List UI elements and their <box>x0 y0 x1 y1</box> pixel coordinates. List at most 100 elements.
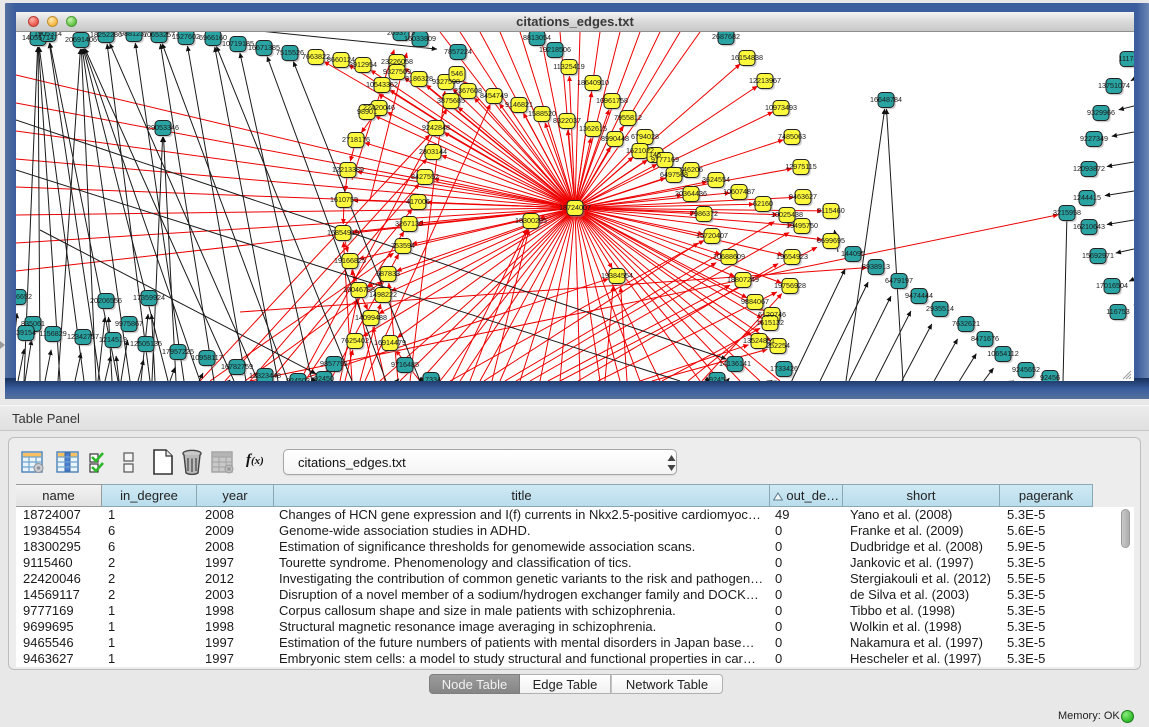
svg-text:2935514: 2935514 <box>926 304 954 313</box>
svg-text:9327508: 9327508 <box>432 77 460 86</box>
svg-text:8454749: 8454749 <box>480 91 508 100</box>
svg-text:417006: 417006 <box>406 197 430 206</box>
svg-text:9884067: 9884067 <box>741 297 769 306</box>
svg-text:11174: 11174 <box>1119 54 1134 63</box>
svg-text:8990448: 8990448 <box>601 134 629 143</box>
svg-text:9474444: 9474444 <box>905 291 933 300</box>
svg-text:19384554: 19384554 <box>601 271 633 280</box>
svg-text:10653257: 10653257 <box>143 32 175 39</box>
svg-text:7632621: 7632621 <box>952 319 980 328</box>
svg-text:12342757: 12342757 <box>67 332 99 341</box>
svg-text:8813054: 8813054 <box>523 33 551 42</box>
svg-text:1214519: 1214519 <box>99 335 127 344</box>
svg-text:3624554: 3624554 <box>702 175 730 184</box>
svg-text:9716485: 9716485 <box>391 360 419 369</box>
svg-text:9146821: 9146821 <box>505 100 533 109</box>
svg-text:15720407: 15720407 <box>696 231 728 240</box>
svg-text:18807249: 18807249 <box>727 275 759 284</box>
svg-text:16210643: 16210643 <box>1073 222 1105 231</box>
svg-text:19654923: 19654923 <box>776 252 808 261</box>
svg-text:1610755: 1610755 <box>330 195 358 204</box>
svg-text:1527602: 1527602 <box>172 32 200 41</box>
svg-text:19218506: 19218506 <box>539 45 571 54</box>
svg-text:835061: 835061 <box>21 319 45 328</box>
svg-text:7955812: 7955812 <box>614 113 642 122</box>
svg-text:17359924: 17359924 <box>133 293 165 302</box>
svg-text:546: 546 <box>451 69 463 78</box>
svg-text:1588520: 1588520 <box>528 109 556 118</box>
svg-text:9245: 9245 <box>709 375 725 381</box>
svg-text:16961758: 16961758 <box>596 96 628 105</box>
svg-text:7663822: 7663822 <box>302 52 330 61</box>
svg-text:17016504: 17016504 <box>1096 281 1128 290</box>
svg-text:7515526: 7515526 <box>276 48 304 57</box>
svg-text:14099488: 14099488 <box>355 313 387 322</box>
svg-text:8322037: 8322037 <box>553 116 581 125</box>
svg-text:18252286: 18252286 <box>90 32 122 39</box>
svg-text:9777169: 9777169 <box>651 155 679 164</box>
svg-text:1498222: 1498222 <box>369 290 397 299</box>
svg-text:9242848: 9242848 <box>422 123 450 132</box>
svg-text:1615132: 1615132 <box>756 318 784 327</box>
svg-text:1905314: 1905314 <box>34 32 62 38</box>
svg-text:8427552: 8427552 <box>411 172 439 181</box>
svg-text:9329966: 9329966 <box>1087 108 1115 117</box>
svg-text:753594: 753594 <box>391 241 415 250</box>
svg-text:2626652: 2626652 <box>16 292 32 301</box>
svg-text:23226058: 23226058 <box>381 57 413 66</box>
svg-text:62160: 62160 <box>753 199 773 208</box>
svg-text:20206556: 20206556 <box>90 296 122 305</box>
svg-text:8938913: 8938913 <box>862 262 890 271</box>
svg-text:9975867: 9975867 <box>115 319 143 328</box>
svg-text:8471676: 8471676 <box>971 334 999 343</box>
svg-text:12323448: 12323448 <box>249 371 281 380</box>
svg-text:3875685: 3875685 <box>437 96 465 105</box>
svg-text:2803144: 2803144 <box>419 147 447 156</box>
svg-text:2367608: 2367608 <box>454 86 482 95</box>
svg-text:98901: 98901 <box>357 107 377 116</box>
svg-text:10654112: 10654112 <box>987 349 1018 358</box>
svg-text:19495750: 19495750 <box>786 221 818 230</box>
svg-text:9245652: 9245652 <box>1012 365 1040 374</box>
svg-text:16782759: 16782759 <box>221 362 253 371</box>
svg-text:9857791: 9857791 <box>320 359 348 368</box>
svg-text:3215958: 3215958 <box>1053 208 1081 217</box>
svg-text:252254: 252254 <box>766 341 790 350</box>
svg-text:7857224: 7857224 <box>444 47 472 56</box>
svg-text:10607487: 10607487 <box>723 187 755 196</box>
svg-text:18724007: 18724007 <box>559 203 591 212</box>
svg-text:19756928: 19756928 <box>774 281 806 290</box>
svg-text:92450: 92450 <box>314 374 334 381</box>
svg-text:16914479: 16914479 <box>374 338 406 347</box>
svg-text:10543362: 10543362 <box>366 80 398 89</box>
svg-text:12213389: 12213389 <box>332 165 364 174</box>
svg-text:20364436: 20364436 <box>675 189 707 198</box>
svg-text:6699695: 6699695 <box>817 236 845 245</box>
svg-text:18300295: 18300295 <box>515 216 547 225</box>
svg-text:10958117: 10958117 <box>191 353 222 362</box>
svg-text:1156829: 1156829 <box>39 329 66 338</box>
svg-text:13751074: 13751074 <box>1098 81 1130 90</box>
svg-text:12975115: 12975115 <box>785 162 816 171</box>
svg-text:924503: 924503 <box>286 376 310 381</box>
svg-text:16154838: 16154838 <box>731 53 763 62</box>
svg-text:1244415: 1244415 <box>1073 193 1101 202</box>
svg-text:29053346: 29053346 <box>147 123 179 132</box>
svg-text:17957225: 17957225 <box>162 347 194 356</box>
svg-text:7986372: 7986372 <box>690 209 718 218</box>
svg-text:15692971: 15692971 <box>1082 251 1114 260</box>
svg-text:18640910: 18640910 <box>577 78 609 87</box>
svg-text:39154: 39154 <box>16 328 36 337</box>
svg-text:7625402: 7625402 <box>341 336 369 345</box>
svg-text:587833: 587833 <box>376 269 400 278</box>
svg-text:14136141: 14136141 <box>719 359 751 368</box>
svg-text:12505135: 12505135 <box>130 339 162 348</box>
svg-text:17334: 17334 <box>421 375 441 381</box>
svg-text:3912954: 3912954 <box>349 60 377 69</box>
svg-text:2718176: 2718176 <box>342 135 370 144</box>
svg-text:116753: 116753 <box>1106 307 1129 316</box>
svg-text:10025438: 10025438 <box>771 210 803 219</box>
svg-text:16648784: 16648784 <box>870 95 902 104</box>
svg-text:9115460: 9115460 <box>817 206 844 215</box>
svg-text:144095: 144095 <box>841 249 865 258</box>
